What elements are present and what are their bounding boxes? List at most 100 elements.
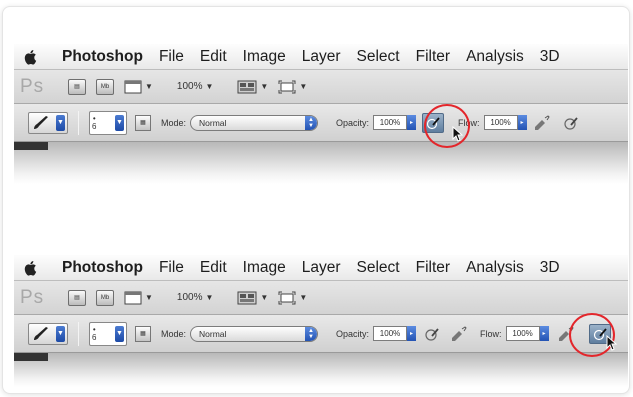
menu-filter[interactable]: Filter bbox=[408, 48, 458, 66]
chevron-down-icon: ▼ bbox=[205, 82, 214, 91]
ps-logo: Ps bbox=[20, 286, 45, 308]
menu-layer[interactable]: Layer bbox=[294, 259, 349, 277]
chevron-down-icon: ▼ bbox=[260, 82, 269, 91]
canvas-area bbox=[14, 142, 628, 184]
chevron-down-icon: ▼ bbox=[115, 325, 124, 342]
chevron-down-icon: ▼ bbox=[299, 82, 308, 91]
menu-file[interactable]: File bbox=[151, 259, 192, 277]
screenshot-top: Photoshop File Edit Image Layer Select F… bbox=[14, 44, 628, 184]
screenshot-bottom: Photoshop File Edit Image Layer Select F… bbox=[14, 255, 628, 387]
flow-slider-toggle[interactable]: ▸ bbox=[517, 115, 527, 130]
view-extras-icon bbox=[124, 291, 142, 304]
canvas-area bbox=[14, 353, 628, 387]
blend-mode-value: Normal bbox=[199, 328, 227, 339]
menu-select[interactable]: Select bbox=[349, 259, 408, 277]
airbrush-button[interactable] bbox=[450, 325, 468, 342]
menu-photoshop[interactable]: Photoshop bbox=[48, 48, 151, 66]
menu-image[interactable]: Image bbox=[235, 48, 294, 66]
opacity-label: Opacity: bbox=[336, 117, 370, 128]
screen-mode-icon bbox=[278, 80, 296, 93]
updown-arrows-icon: ▲ ▼ bbox=[305, 115, 318, 130]
launch-bridge-button[interactable]: ▤ bbox=[68, 78, 86, 95]
tool-preset-picker[interactable]: ▼ bbox=[28, 322, 68, 345]
tools-panel-edge bbox=[14, 142, 48, 150]
brush-preset-picker[interactable]: • 6 ▼ bbox=[89, 321, 127, 346]
opacity-input[interactable]: 100% bbox=[373, 115, 408, 130]
divider bbox=[78, 110, 79, 135]
view-extras-dropdown[interactable]: ▼ bbox=[124, 291, 153, 305]
opacity-slider-toggle[interactable]: ▸ bbox=[407, 326, 417, 341]
ps-logo: Ps bbox=[20, 75, 45, 97]
mini-bridge-button[interactable]: Mb bbox=[96, 78, 114, 95]
menu-3d[interactable]: 3D bbox=[532, 259, 568, 277]
mini-bridge-button[interactable]: Mb bbox=[96, 289, 114, 306]
blend-mode-select[interactable]: Normal ▲ ▼ bbox=[190, 114, 319, 131]
brush-preview: • 6 bbox=[92, 113, 97, 131]
brush-size-value: 6 bbox=[92, 121, 97, 131]
blend-mode-select[interactable]: Normal ▲ ▼ bbox=[190, 325, 319, 342]
view-extras-dropdown[interactable]: ▼ bbox=[124, 80, 153, 94]
zoom-level-value: 100% bbox=[176, 81, 203, 92]
menu-analysis[interactable]: Analysis bbox=[458, 48, 532, 66]
application-bar: Ps ▤ Mb ▼ 100% ▼ ▼ ▼ bbox=[14, 281, 628, 315]
flow-input[interactable]: 100% bbox=[483, 115, 518, 130]
airbrush-icon bbox=[452, 325, 467, 341]
apple-icon[interactable] bbox=[14, 260, 48, 276]
zoom-level-value: 100% bbox=[176, 292, 203, 303]
menu-select[interactable]: Select bbox=[349, 48, 408, 66]
mode-label: Mode: bbox=[161, 117, 187, 128]
flow-label: Flow: bbox=[480, 328, 502, 339]
arrange-documents-dropdown[interactable]: ▼ bbox=[237, 80, 268, 94]
brush-preset-picker[interactable]: • 6 ▼ bbox=[89, 110, 127, 135]
tools-panel-edge bbox=[14, 353, 48, 361]
screen-mode-icon bbox=[278, 291, 296, 304]
brush-panel-toggle-button[interactable]: ▦ bbox=[135, 325, 151, 342]
apple-icon[interactable] bbox=[14, 49, 48, 65]
menu-image[interactable]: Image bbox=[235, 259, 294, 277]
menu-layer[interactable]: Layer bbox=[294, 48, 349, 66]
options-bar: ▼ • 6 ▼ ▦ Mode: Normal ▲ ▼ Opacity: 100% ▸… bbox=[14, 104, 628, 142]
chevron-down-icon: ▼ bbox=[115, 114, 124, 131]
divider bbox=[78, 321, 79, 346]
menu-edit[interactable]: Edit bbox=[192, 48, 235, 66]
screen-mode-dropdown[interactable]: ▼ bbox=[278, 291, 307, 305]
opacity-label: Opacity: bbox=[336, 328, 370, 339]
airbrush-icon bbox=[534, 114, 550, 130]
launch-bridge-button[interactable]: ▤ bbox=[68, 289, 86, 306]
menu-filter[interactable]: Filter bbox=[408, 259, 458, 277]
chevron-down-icon: ▼ bbox=[205, 293, 214, 302]
updown-arrows-icon: ▲ ▼ bbox=[305, 326, 318, 341]
menu-analysis[interactable]: Analysis bbox=[458, 259, 532, 277]
menu-bar: Photoshop File Edit Image Layer Select F… bbox=[14, 255, 628, 281]
tablet-pressure-opacity-icon bbox=[425, 327, 439, 341]
brush-tool-icon bbox=[34, 115, 48, 129]
flow-slider-toggle[interactable]: ▸ bbox=[539, 326, 549, 341]
brush-panel-toggle-button[interactable]: ▦ bbox=[135, 114, 151, 131]
zoom-level-dropdown[interactable]: 100% ▼ bbox=[177, 292, 214, 303]
brush-tool-icon bbox=[34, 326, 48, 340]
application-bar: Ps ▤ Mb ▼ 100% ▼ ▼ ▼ bbox=[14, 70, 628, 104]
mouse-cursor-icon bbox=[452, 126, 464, 142]
menu-3d[interactable]: 3D bbox=[532, 48, 568, 66]
view-extras-icon bbox=[124, 80, 142, 93]
tool-preset-picker[interactable]: ▼ bbox=[28, 111, 68, 134]
tablet-pressure-opacity-button[interactable] bbox=[424, 326, 440, 342]
airbrush-button[interactable] bbox=[533, 114, 551, 131]
mouse-cursor-icon bbox=[606, 335, 618, 351]
opacity-input[interactable]: 100% bbox=[373, 326, 408, 341]
tablet-pressure-size-button[interactable] bbox=[563, 115, 579, 131]
menu-bar: Photoshop File Edit Image Layer Select F… bbox=[14, 44, 628, 70]
chevron-down-icon: ▼ bbox=[56, 325, 65, 342]
menu-photoshop[interactable]: Photoshop bbox=[48, 259, 151, 277]
flow-input[interactable]: 100% bbox=[505, 326, 540, 341]
blend-mode-value: Normal bbox=[199, 117, 227, 128]
menu-edit[interactable]: Edit bbox=[192, 259, 235, 277]
chevron-down-icon: ▼ bbox=[145, 293, 153, 302]
zoom-level-dropdown[interactable]: 100% ▼ bbox=[177, 81, 214, 92]
screen-mode-dropdown[interactable]: ▼ bbox=[278, 80, 307, 94]
tablet-pressure-size-icon bbox=[563, 116, 578, 130]
chevron-down-icon: ▼ bbox=[145, 82, 153, 91]
arrange-documents-dropdown[interactable]: ▼ bbox=[237, 291, 268, 305]
menu-file[interactable]: File bbox=[151, 48, 192, 66]
opacity-slider-toggle[interactable]: ▸ bbox=[407, 115, 417, 130]
